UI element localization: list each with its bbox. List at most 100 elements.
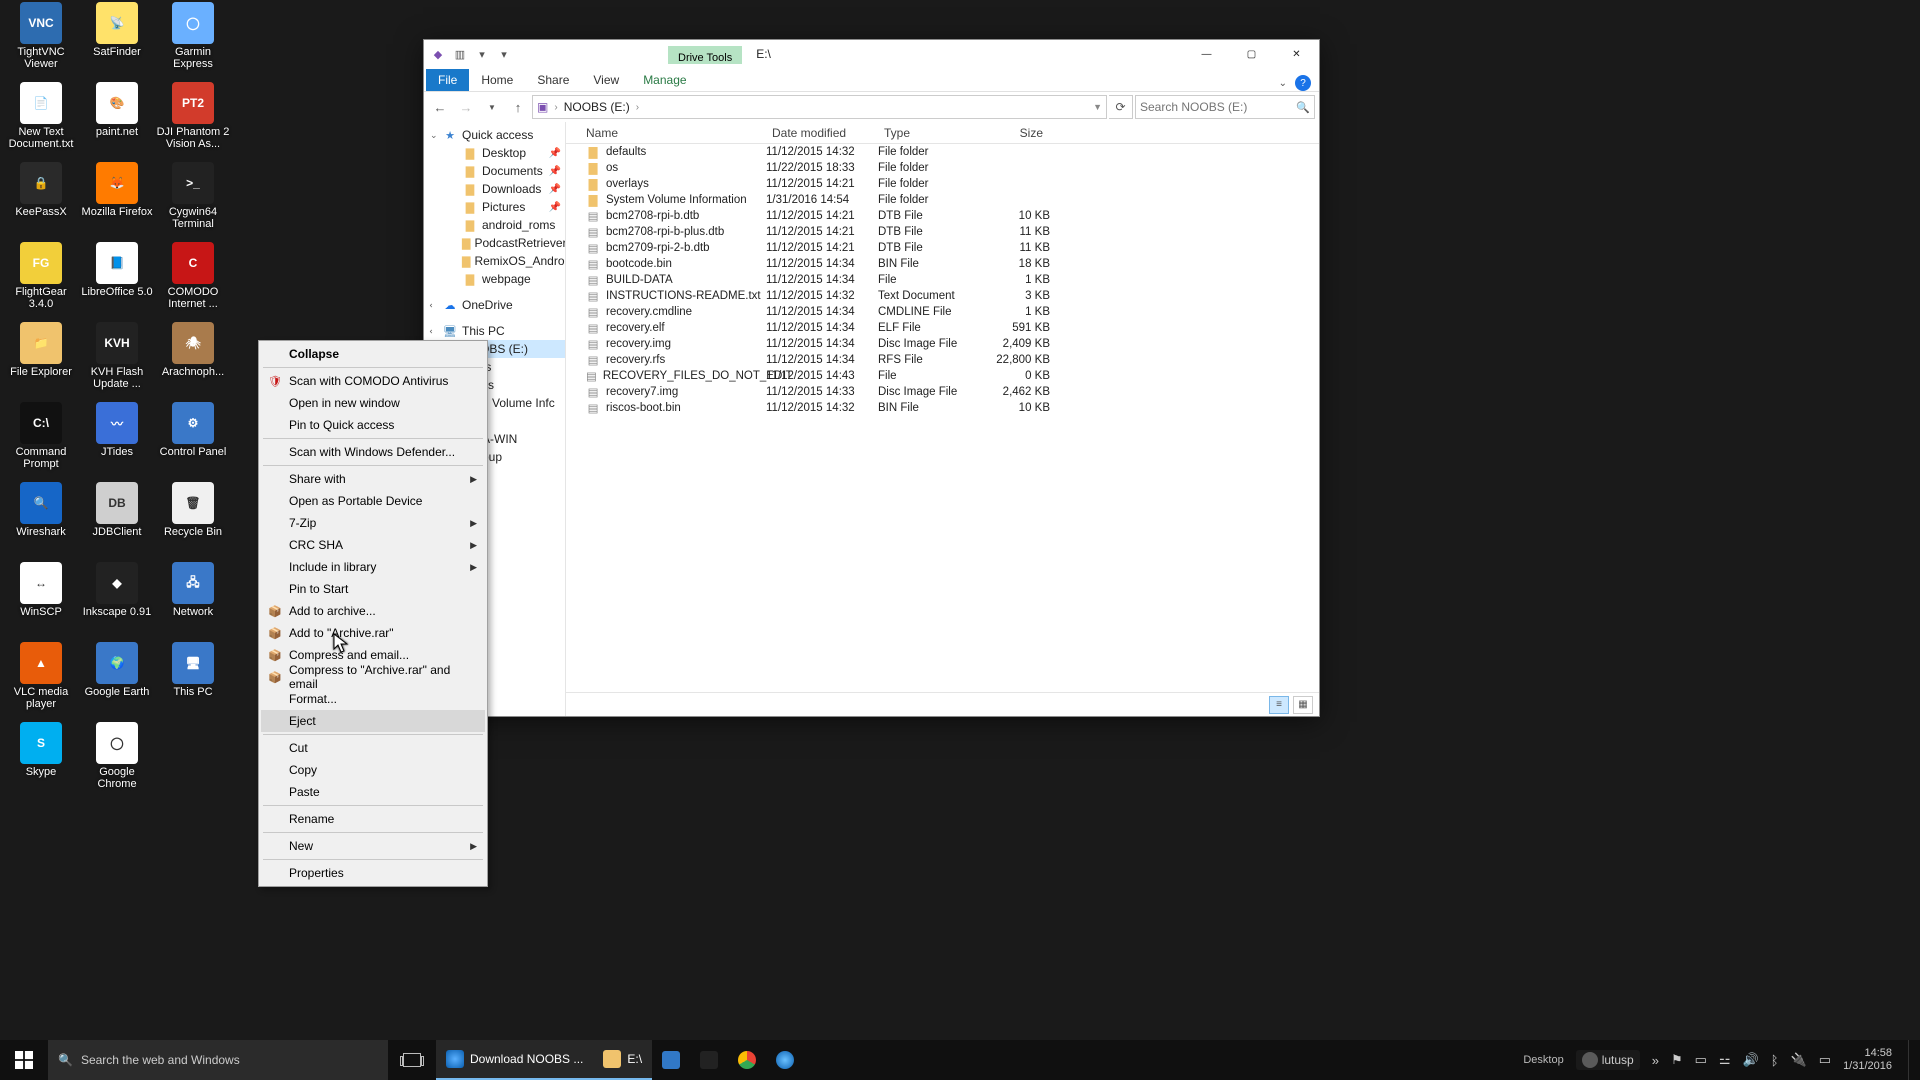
taskbar-item-ie[interactable]: Download NOOBS ...: [436, 1040, 593, 1080]
desktop-icon[interactable]: DBJDBClient: [80, 482, 154, 538]
view-large-icons-button[interactable]: ▦: [1293, 696, 1313, 714]
table-row[interactable]: ▇defaults11/12/2015 14:32File folder: [566, 144, 1319, 160]
menu-item[interactable]: Rename: [261, 808, 485, 830]
menu-item[interactable]: CRC SHA▶: [261, 534, 485, 556]
desktop-icon[interactable]: ▲VLC media player: [4, 642, 78, 710]
menu-item[interactable]: Scan with Windows Defender...: [261, 441, 485, 463]
ribbon-expand-icon[interactable]: ⌄: [1279, 78, 1287, 89]
table-row[interactable]: ▤recovery.rfs11/12/2015 14:34RFS File22,…: [566, 352, 1319, 368]
nav-quick-access[interactable]: ⌄★Quick access: [424, 126, 565, 144]
table-row[interactable]: ▤INSTRUCTIONS-README.txt11/12/2015 14:32…: [566, 288, 1319, 304]
tab-manage[interactable]: Manage: [631, 69, 698, 91]
desktop-icon[interactable]: >_Cygwin64 Terminal: [156, 162, 230, 230]
search-box[interactable]: 🔍: [1135, 95, 1315, 119]
table-row[interactable]: ▤recovery.cmdline11/12/2015 14:34CMDLINE…: [566, 304, 1319, 320]
taskbar-item-explorer[interactable]: E:\: [593, 1040, 652, 1080]
table-row[interactable]: ▤bcm2708-rpi-b-plus.dtb11/12/2015 14:21D…: [566, 224, 1319, 240]
desktop-icon[interactable]: ◆Inkscape 0.91: [80, 562, 154, 618]
breadcrumb-segment[interactable]: NOOBS (E:): [564, 100, 630, 114]
column-headers[interactable]: Name Date modified Type Size: [566, 122, 1319, 144]
desktop-icon[interactable]: 🦊Mozilla Firefox: [80, 162, 154, 218]
nav-item[interactable]: ▇webpage: [424, 270, 565, 288]
menu-item[interactable]: Pin to Quick access: [261, 414, 485, 436]
menu-item[interactable]: Include in library▶: [261, 556, 485, 578]
desktop-icon[interactable]: 🖧Network: [156, 562, 230, 618]
taskbar-item-chrome[interactable]: [728, 1040, 766, 1080]
desktop-icon[interactable]: 🖥This PC: [156, 642, 230, 698]
breadcrumb-dropdown-icon[interactable]: ▼: [1093, 102, 1102, 112]
tab-view[interactable]: View: [581, 69, 631, 91]
tray-network-icon[interactable]: ⚍: [1719, 1052, 1731, 1068]
taskbar-item-cmd[interactable]: [690, 1040, 728, 1080]
app-icon[interactable]: ◆: [430, 46, 446, 62]
col-type[interactable]: Type: [878, 126, 978, 140]
desktop-icon[interactable]: 🔒KeePassX: [4, 162, 78, 218]
desktop-icon[interactable]: 🎨paint.net: [80, 82, 154, 138]
desktop-icon[interactable]: CCOMODO Internet ...: [156, 242, 230, 310]
table-row[interactable]: ▤bcm2709-rpi-2-b.dtb11/12/2015 14:21DTB …: [566, 240, 1319, 256]
close-button[interactable]: ✕: [1274, 40, 1319, 68]
table-row[interactable]: ▤recovery.elf11/12/2015 14:34ELF File591…: [566, 320, 1319, 336]
tab-file[interactable]: File: [426, 69, 469, 91]
start-button[interactable]: [0, 1040, 48, 1080]
desktop-icon[interactable]: 🗑Recycle Bin: [156, 482, 230, 538]
minimize-button[interactable]: —: [1184, 40, 1229, 68]
nav-recent-icon[interactable]: ▼: [480, 95, 504, 119]
task-view-button[interactable]: [388, 1053, 436, 1067]
menu-item[interactable]: 🛡Scan with COMODO Antivirus: [261, 370, 485, 392]
maximize-button[interactable]: ▢: [1229, 40, 1274, 68]
tray-volume-icon[interactable]: 🔊: [1743, 1052, 1759, 1068]
breadcrumb[interactable]: ▣ › NOOBS (E:) › ▼: [532, 95, 1107, 119]
nav-item[interactable]: ▇Documents📌: [424, 162, 565, 180]
nav-this-pc[interactable]: ⌃🖥This PC: [424, 322, 565, 340]
desktop-icon[interactable]: 〰JTides: [80, 402, 154, 458]
tab-share[interactable]: Share: [525, 69, 581, 91]
col-date[interactable]: Date modified: [766, 126, 878, 140]
tray-overflow-icon[interactable]: »: [1652, 1053, 1659, 1068]
nav-onedrive[interactable]: ⌃☁OneDrive: [424, 296, 565, 314]
show-desktop-sliver[interactable]: [1908, 1040, 1914, 1080]
table-row[interactable]: ▤bootcode.bin11/12/2015 14:34BIN File18 …: [566, 256, 1319, 272]
menu-item[interactable]: Paste: [261, 781, 485, 803]
col-name[interactable]: Name: [566, 126, 766, 140]
help-icon[interactable]: ?: [1295, 75, 1311, 91]
nav-up-icon[interactable]: ↑: [506, 95, 530, 119]
menu-item[interactable]: Properties: [261, 862, 485, 884]
menu-item[interactable]: 📦Add to "Archive.rar": [261, 622, 485, 644]
tab-home[interactable]: Home: [469, 69, 525, 91]
menu-item[interactable]: 7-Zip▶: [261, 512, 485, 534]
nav-item[interactable]: ▇RemixOS_Android_f: [424, 252, 565, 270]
table-row[interactable]: ▤BUILD-DATA11/12/2015 14:34File1 KB: [566, 272, 1319, 288]
user-indicator[interactable]: lutusp: [1576, 1050, 1640, 1070]
desktop-icon[interactable]: ⚙Control Panel: [156, 402, 230, 458]
tray-monitor-icon[interactable]: ▭: [1695, 1052, 1707, 1068]
show-desktop-button[interactable]: Desktop: [1523, 1054, 1563, 1066]
menu-item[interactable]: Share with▶: [261, 468, 485, 490]
table-row[interactable]: ▤riscos-boot.bin11/12/2015 14:32BIN File…: [566, 400, 1319, 416]
menu-item[interactable]: Collapse: [261, 343, 485, 365]
col-size[interactable]: Size: [978, 126, 1050, 140]
nav-back-icon[interactable]: ←: [428, 95, 452, 119]
desktop-icon[interactable]: 🌍Google Earth: [80, 642, 154, 698]
taskbar-item-ie-pinned[interactable]: [766, 1040, 804, 1080]
search-input[interactable]: [1140, 100, 1296, 114]
menu-item[interactable]: New▶: [261, 835, 485, 857]
taskbar-item-store[interactable]: [652, 1040, 690, 1080]
table-row[interactable]: ▇System Volume Information1/31/2016 14:5…: [566, 192, 1319, 208]
table-row[interactable]: ▤bcm2708-rpi-b.dtb11/12/2015 14:21DTB Fi…: [566, 208, 1319, 224]
search-icon[interactable]: 🔍: [1296, 101, 1310, 114]
table-row[interactable]: ▇os11/22/2015 18:33File folder: [566, 160, 1319, 176]
desktop-icon[interactable]: ↔WinSCP: [4, 562, 78, 618]
menu-item[interactable]: Copy: [261, 759, 485, 781]
table-row[interactable]: ▤RECOVERY_FILES_DO_NOT_EDIT11/12/2015 14…: [566, 368, 1319, 384]
desktop-icon[interactable]: SSkype: [4, 722, 78, 778]
taskbar-search[interactable]: 🔍 Search the web and Windows: [48, 1040, 388, 1080]
menu-item[interactable]: Cut: [261, 737, 485, 759]
nav-item[interactable]: ▇android_roms: [424, 216, 565, 234]
desktop-icon[interactable]: ◯Garmin Express: [156, 2, 230, 70]
desktop-icon[interactable]: ◯Google Chrome: [80, 722, 154, 790]
menu-item[interactable]: 📦Compress to "Archive.rar" and email: [261, 666, 485, 688]
qat-properties-icon[interactable]: ▥: [452, 46, 468, 62]
desktop-icon[interactable]: 📄New Text Document.txt: [4, 82, 78, 150]
desktop-icon[interactable]: PT2DJI Phantom 2 Vision As...: [156, 82, 230, 150]
